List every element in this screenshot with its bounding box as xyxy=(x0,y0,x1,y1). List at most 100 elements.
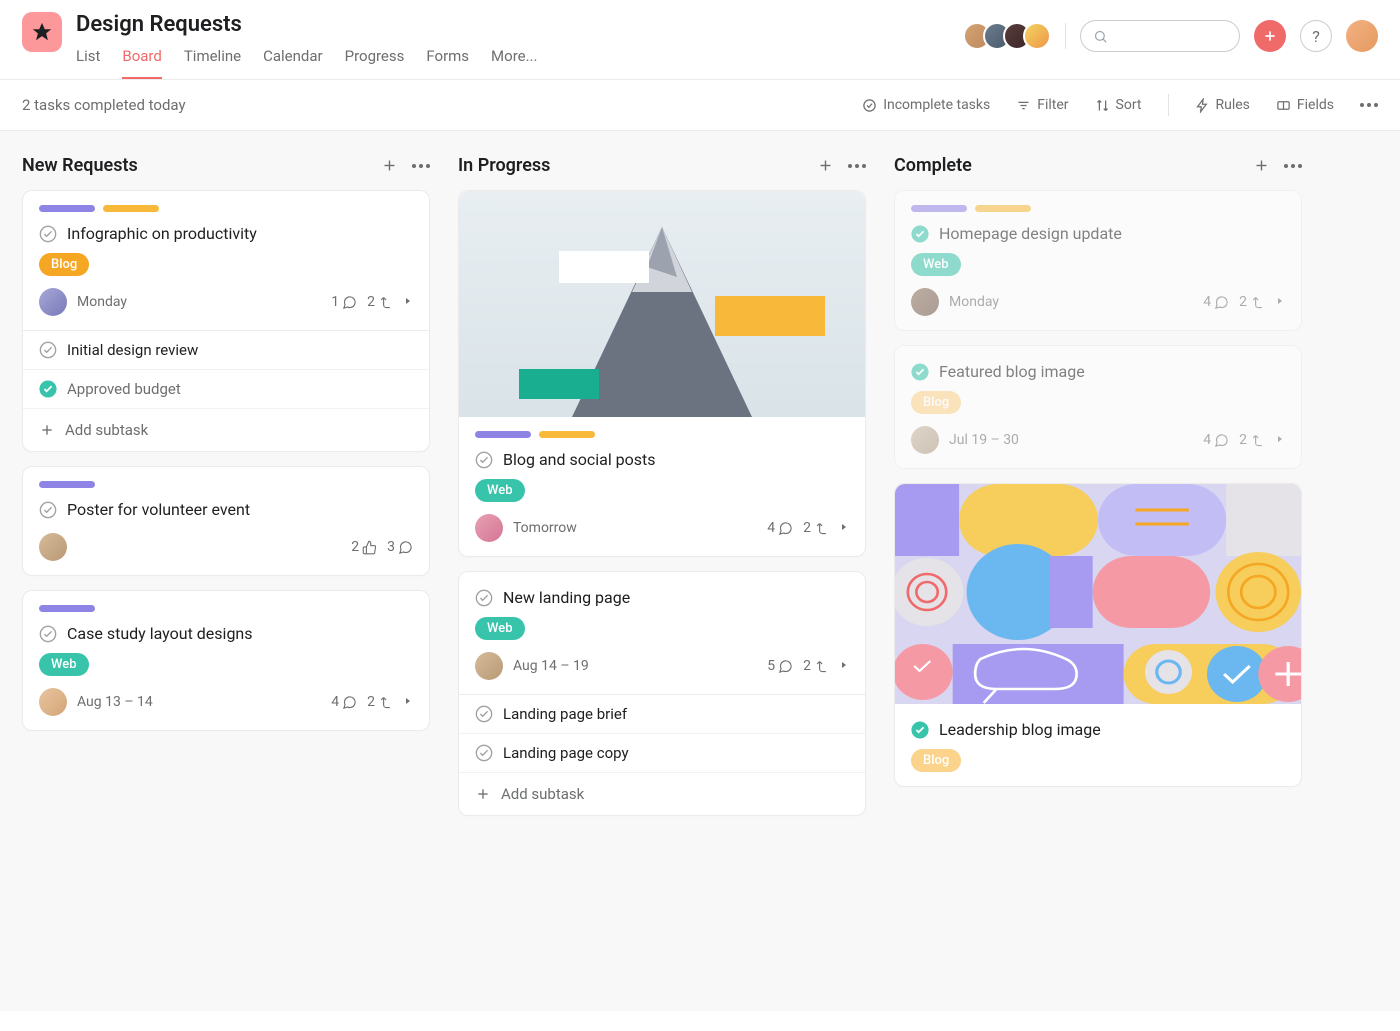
add-subtask-button[interactable]: Add subtask xyxy=(23,409,429,451)
column-more-button[interactable] xyxy=(1284,164,1302,168)
subtask-title: Landing page brief xyxy=(503,705,627,723)
column-title: New Requests xyxy=(22,155,381,176)
sort-button[interactable]: Sort xyxy=(1095,97,1142,113)
like-count[interactable]: 2 xyxy=(351,539,377,555)
tab-calendar[interactable]: Calendar xyxy=(263,41,323,79)
task-card[interactable]: Infographic on productivity Blog Monday … xyxy=(22,190,430,452)
comment-icon xyxy=(398,540,413,555)
expand-button[interactable] xyxy=(839,520,849,536)
comment-count[interactable]: 4 xyxy=(331,694,357,710)
subtask-row[interactable]: Initial design review xyxy=(23,331,429,370)
project-icon[interactable] xyxy=(22,12,62,52)
subtask-row[interactable]: Landing page brief xyxy=(459,695,865,734)
complete-checkbox[interactable] xyxy=(475,451,493,469)
custom-field-pill xyxy=(103,205,159,212)
add-card-button[interactable] xyxy=(817,157,834,174)
complete-checkbox[interactable] xyxy=(475,744,493,762)
expand-button[interactable] xyxy=(1275,294,1285,310)
column-more-button[interactable] xyxy=(848,164,866,168)
assignee-avatar[interactable] xyxy=(911,426,939,454)
complete-checkbox[interactable] xyxy=(39,225,57,243)
expand-button[interactable] xyxy=(403,694,413,710)
expand-button[interactable] xyxy=(403,294,413,310)
task-card[interactable]: New landing page Web Aug 14 – 19 5 2 Lan… xyxy=(458,571,866,816)
card-cover-image xyxy=(895,484,1301,704)
add-subtask-button[interactable]: Add subtask xyxy=(459,773,865,815)
search-input[interactable] xyxy=(1080,20,1240,52)
check-circle-icon xyxy=(862,98,877,113)
tab-more[interactable]: More... xyxy=(491,41,537,79)
due-date: Tomorrow xyxy=(513,520,757,536)
tab-timeline[interactable]: Timeline xyxy=(184,41,241,79)
avatar xyxy=(1023,22,1051,50)
task-card[interactable]: Homepage design update Web Monday 4 2 xyxy=(894,190,1302,331)
expand-button[interactable] xyxy=(1275,432,1285,448)
assignee-avatar[interactable] xyxy=(475,514,503,542)
subtask-count[interactable]: 2 xyxy=(367,294,393,310)
assignee-avatar[interactable] xyxy=(39,533,67,561)
subtask-row[interactable]: Approved budget xyxy=(23,370,429,409)
subtask-count[interactable]: 2 xyxy=(803,658,829,674)
assignee-avatar[interactable] xyxy=(39,288,67,316)
column-in-progress: In Progress Bl xyxy=(458,155,866,830)
subtask-count[interactable]: 2 xyxy=(803,520,829,536)
add-card-button[interactable] xyxy=(1253,157,1270,174)
task-card[interactable]: Blog and social posts Web Tomorrow 4 2 xyxy=(458,190,866,557)
tag-blog: Blog xyxy=(911,391,961,414)
subtask-count[interactable]: 2 xyxy=(1239,294,1265,310)
complete-checkbox[interactable] xyxy=(39,501,57,519)
task-card[interactable]: Leadership blog image Blog xyxy=(894,483,1302,787)
subtask-row[interactable]: Landing page copy xyxy=(459,734,865,773)
global-add-button[interactable] xyxy=(1254,20,1286,52)
complete-checkbox[interactable] xyxy=(39,380,57,398)
expand-button[interactable] xyxy=(839,658,849,674)
complete-checkbox[interactable] xyxy=(39,625,57,643)
comment-count[interactable]: 5 xyxy=(767,658,793,674)
comment-count[interactable]: 4 xyxy=(767,520,793,536)
custom-field-pill xyxy=(475,431,531,438)
task-card[interactable]: Case study layout designs Web Aug 13 – 1… xyxy=(22,590,430,731)
comment-count[interactable]: 4 xyxy=(1203,294,1229,310)
subtask-count[interactable]: 2 xyxy=(1239,432,1265,448)
subtask-title: Landing page copy xyxy=(503,744,629,762)
complete-checkbox[interactable] xyxy=(911,363,929,381)
comment-count[interactable]: 1 xyxy=(331,294,357,310)
complete-checkbox[interactable] xyxy=(39,341,57,359)
assignee-avatar[interactable] xyxy=(911,288,939,316)
task-card[interactable]: Featured blog image Blog Jul 19 – 30 4 2 xyxy=(894,345,1302,469)
comment-count[interactable]: 4 xyxy=(1203,432,1229,448)
comment-count[interactable]: 3 xyxy=(387,539,413,555)
fields-label: Fields xyxy=(1297,97,1334,113)
fields-button[interactable]: Fields xyxy=(1276,97,1334,113)
tab-forms[interactable]: Forms xyxy=(426,41,469,79)
complete-checkbox[interactable] xyxy=(911,721,929,739)
assignee-avatar[interactable] xyxy=(39,688,67,716)
project-members[interactable] xyxy=(971,22,1051,50)
complete-checkbox[interactable] xyxy=(475,589,493,607)
complete-checkbox[interactable] xyxy=(911,225,929,243)
more-options-button[interactable] xyxy=(1360,103,1378,107)
assignee-avatar[interactable] xyxy=(475,652,503,680)
tab-list[interactable]: List xyxy=(76,41,100,79)
plus-icon xyxy=(475,786,491,802)
tab-progress[interactable]: Progress xyxy=(345,41,405,79)
sort-icon xyxy=(1095,98,1110,113)
tag-web: Web xyxy=(911,253,961,276)
task-title: New landing page xyxy=(503,588,630,607)
rules-button[interactable]: Rules xyxy=(1195,97,1250,113)
subtask-count[interactable]: 2 xyxy=(367,694,393,710)
due-date: Monday xyxy=(77,294,321,310)
current-user-avatar[interactable] xyxy=(1346,20,1378,52)
subtask-icon xyxy=(814,659,829,674)
tab-board[interactable]: Board xyxy=(122,41,161,79)
complete-checkbox[interactable] xyxy=(475,705,493,723)
column-more-button[interactable] xyxy=(412,164,430,168)
add-card-button[interactable] xyxy=(381,157,398,174)
task-card[interactable]: Poster for volunteer event 2 3 xyxy=(22,466,430,576)
incomplete-tasks-filter[interactable]: Incomplete tasks xyxy=(862,97,990,113)
subtask-title: Initial design review xyxy=(67,341,198,359)
task-title: Poster for volunteer event xyxy=(67,500,250,519)
help-button[interactable]: ? xyxy=(1300,20,1332,52)
filter-button[interactable]: Filter xyxy=(1016,97,1068,113)
custom-field-pill xyxy=(39,205,95,212)
